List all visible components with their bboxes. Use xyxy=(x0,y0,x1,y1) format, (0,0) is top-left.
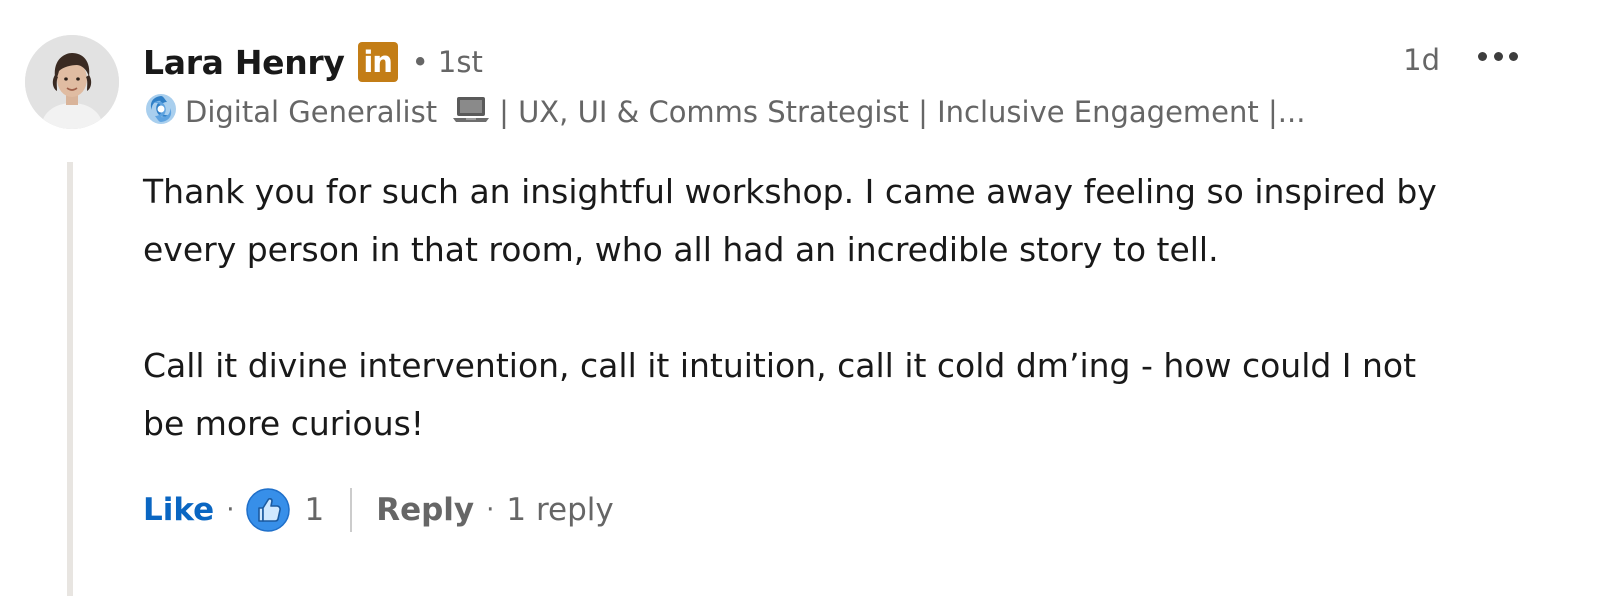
comment-text-line: Call it divine intervention, call it int… xyxy=(143,346,1417,385)
like-button[interactable]: Like xyxy=(143,492,214,528)
linkedin-badge-icon: in xyxy=(357,42,398,82)
more-dot xyxy=(1509,51,1518,61)
more-options-icon[interactable] xyxy=(1474,38,1522,74)
like-count: 1 xyxy=(304,492,325,528)
reply-button[interactable]: Reply xyxy=(376,492,474,528)
action-divider xyxy=(350,488,353,532)
comment-text-line: Thank you for such an insightful worksho… xyxy=(143,172,1437,211)
avatar-image xyxy=(25,35,119,129)
hurricane-icon xyxy=(143,91,179,134)
comment-actions: Like · 1 Reply · 1 reply xyxy=(143,484,614,536)
connection-degree: • 1st xyxy=(411,45,483,79)
separator-dot: · xyxy=(486,495,495,525)
more-dot xyxy=(1478,51,1487,61)
comment-header: Lara Henry in • 1st xyxy=(143,40,483,84)
headline-text-rest: | UX, UI & Comms Strategist | Inclusive … xyxy=(499,95,1306,129)
author-name[interactable]: Lara Henry xyxy=(143,43,345,82)
comment-timestamp: 1d xyxy=(1403,43,1440,77)
author-headline: Digital Generalist | UX, UI & Comms Stra… xyxy=(143,91,1305,133)
headline-text-start: Digital Generalist xyxy=(185,95,438,129)
thumbs-up-icon xyxy=(246,488,291,532)
thread-line xyxy=(67,162,73,596)
comment-text-line: be more curious! xyxy=(143,404,425,443)
separator-dot: · xyxy=(226,495,235,525)
comment-text-line: every person in that room, who all had a… xyxy=(143,230,1219,269)
laptop-icon xyxy=(451,93,491,132)
comment-body: Thank you for such an insightful worksho… xyxy=(143,163,1563,453)
reaction-count-button[interactable]: 1 xyxy=(246,488,324,532)
avatar[interactable] xyxy=(25,35,119,129)
replies-count-link[interactable]: 1 reply xyxy=(506,492,613,528)
more-dot xyxy=(1493,51,1503,61)
